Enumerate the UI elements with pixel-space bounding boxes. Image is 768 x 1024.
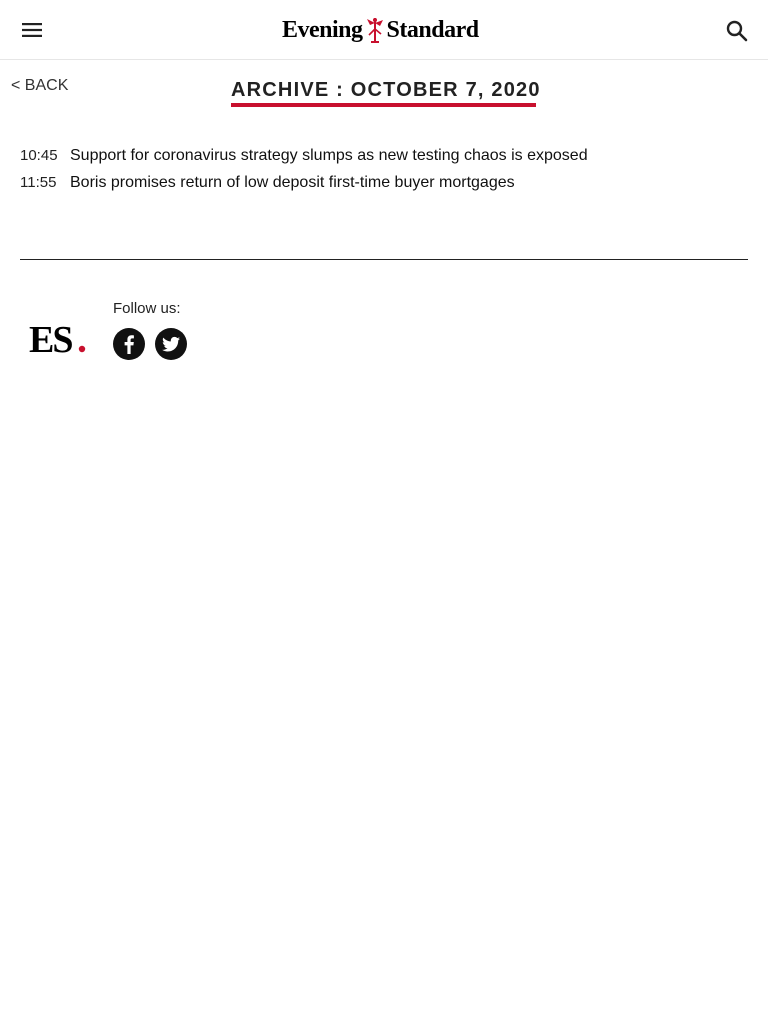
site-header: Evening Standard bbox=[0, 0, 768, 60]
logo-word-evening: Evening bbox=[282, 17, 363, 43]
search-icon[interactable] bbox=[724, 18, 750, 44]
twitter-icon[interactable] bbox=[155, 328, 187, 360]
eros-statue-icon bbox=[364, 15, 386, 45]
article-row: 10:45 Support for coronavirus strategy s… bbox=[20, 147, 748, 174]
article-row: 11:55 Boris promises return of low depos… bbox=[20, 174, 748, 201]
archive-title: ARCHIVE : OCTOBER 7, 2020 bbox=[231, 77, 540, 107]
article-list: 10:45 Support for coronavirus strategy s… bbox=[20, 147, 748, 201]
article-headline-link[interactable]: Boris promises return of low deposit fir… bbox=[70, 174, 515, 192]
es-logo[interactable]: ES bbox=[29, 318, 89, 361]
logo-word-standard: Standard bbox=[386, 17, 480, 43]
hamburger-menu-icon[interactable] bbox=[20, 18, 44, 42]
facebook-icon[interactable] bbox=[113, 328, 145, 360]
article-time: 10:45 bbox=[20, 147, 58, 164]
article-time: 11:55 bbox=[20, 174, 57, 191]
follow-us-label: Follow us: bbox=[113, 300, 181, 317]
site-logo[interactable]: Evening Standard bbox=[282, 14, 486, 46]
article-headline-link[interactable]: Support for coronavirus strategy slumps … bbox=[70, 147, 588, 165]
back-link[interactable]: < BACK bbox=[11, 77, 68, 95]
es-logo-dot-icon bbox=[78, 345, 86, 353]
es-logo-text: ES bbox=[29, 319, 72, 360]
footer-divider bbox=[20, 259, 748, 260]
